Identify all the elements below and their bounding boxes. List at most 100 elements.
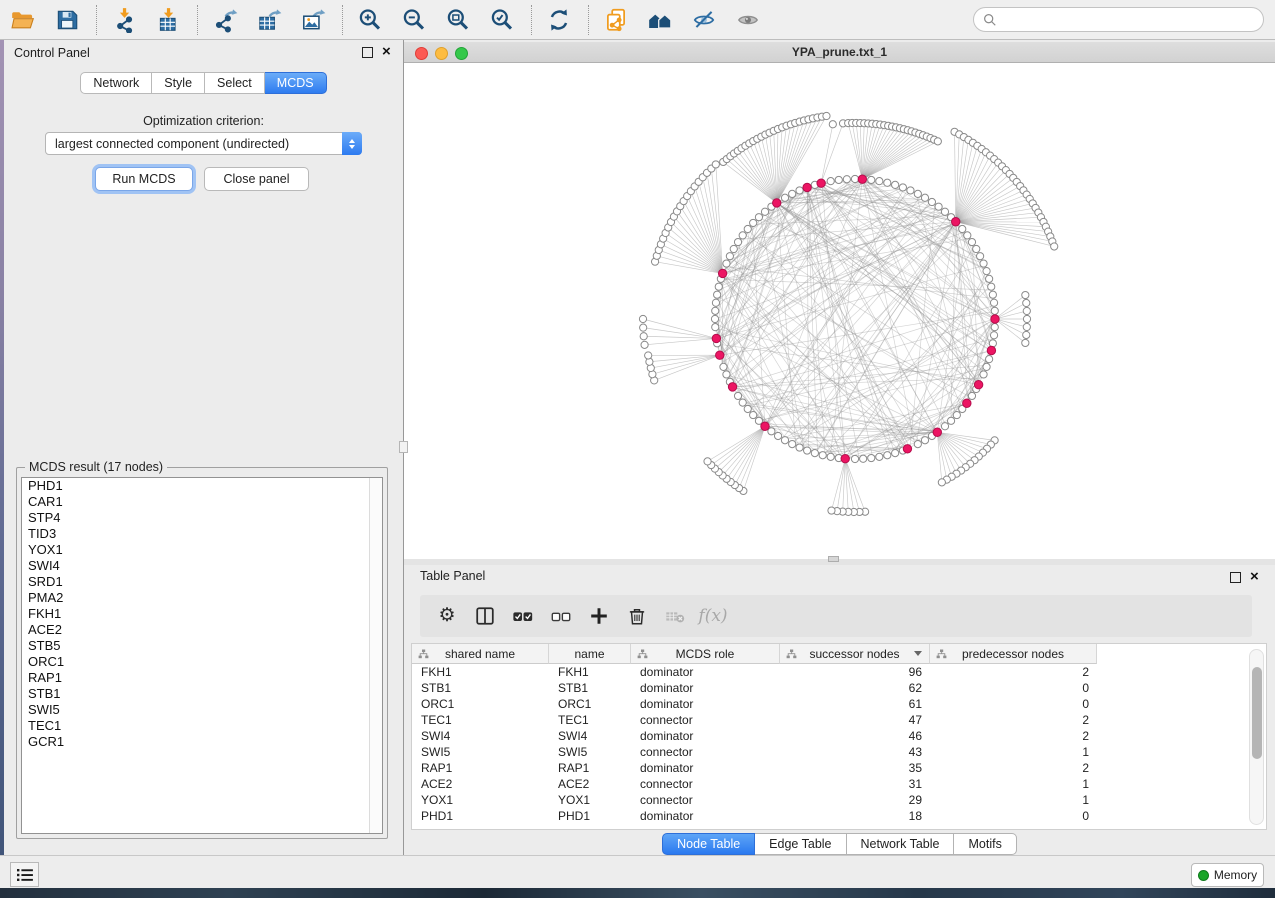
cell-successor_nodes[interactable]: 96	[780, 664, 930, 680]
cell-predecessor_nodes[interactable]: 0	[930, 680, 1097, 696]
result-list-item[interactable]: YOX1	[22, 542, 382, 558]
cell-name[interactable]: FKH1	[549, 664, 631, 680]
hide-eye-button[interactable]	[689, 5, 719, 35]
result-list-item[interactable]: CAR1	[22, 494, 382, 510]
cell-shared_name[interactable]: SWI4	[412, 728, 549, 744]
column-view-button[interactable]	[472, 603, 498, 629]
cell-shared_name[interactable]: TEC1	[412, 712, 549, 728]
select-all-checks-button[interactable]	[510, 603, 536, 629]
cell-name[interactable]: ORC1	[549, 696, 631, 712]
zoom-out-button[interactable]	[399, 5, 429, 35]
zoom-in-button[interactable]	[355, 5, 385, 35]
cell-predecessor_nodes[interactable]: 2	[930, 712, 1097, 728]
show-eye-button[interactable]	[733, 5, 763, 35]
cell-shared_name[interactable]: FKH1	[412, 664, 549, 680]
cell-predecessor_nodes[interactable]: 1	[930, 792, 1097, 808]
export-table-button[interactable]	[254, 5, 284, 35]
column-header-shared-name[interactable]: shared name	[412, 644, 549, 664]
cell-mcds_role[interactable]: dominator	[631, 760, 780, 776]
search-input[interactable]	[1003, 10, 1254, 30]
run-mcds-button[interactable]: Run MCDS	[95, 167, 193, 191]
cell-mcds_role[interactable]: connector	[631, 744, 780, 760]
result-list-item[interactable]: PHD1	[22, 478, 382, 494]
add-column-button[interactable]	[586, 603, 612, 629]
cell-mcds_role[interactable]: dominator	[631, 728, 780, 744]
cell-shared_name[interactable]: ACE2	[412, 776, 549, 792]
cell-name[interactable]: TEC1	[549, 712, 631, 728]
result-list-item[interactable]: SWI4	[22, 558, 382, 574]
export-network-button[interactable]	[210, 5, 240, 35]
result-list-item[interactable]: SWI5	[22, 702, 382, 718]
tab-motifs[interactable]: Motifs	[954, 833, 1016, 855]
table-row[interactable]: STB1STB1dominator620	[412, 680, 1244, 696]
table-scrollbar[interactable]	[1249, 649, 1264, 825]
cell-predecessor_nodes[interactable]: 1	[930, 744, 1097, 760]
cell-predecessor_nodes[interactable]: 2	[930, 664, 1097, 680]
tab-style[interactable]: Style	[152, 72, 205, 94]
table-row[interactable]: SWI4SWI4dominator462	[412, 728, 1244, 744]
save-session-button[interactable]	[52, 5, 82, 35]
result-list-item[interactable]: TID3	[22, 526, 382, 542]
table-row[interactable]: PHD1PHD1dominator180	[412, 808, 1244, 824]
result-list-item[interactable]: FKH1	[22, 606, 382, 622]
cell-mcds_role[interactable]: connector	[631, 792, 780, 808]
table-row[interactable]: YOX1YOX1connector291	[412, 792, 1244, 808]
cell-successor_nodes[interactable]: 35	[780, 760, 930, 776]
delete-column-button[interactable]	[624, 603, 650, 629]
sort-menu-chevron-icon[interactable]	[914, 651, 922, 656]
close-table-panel-icon[interactable]: ×	[1250, 568, 1259, 586]
cell-successor_nodes[interactable]: 29	[780, 792, 930, 808]
result-list-item[interactable]: TEC1	[22, 718, 382, 734]
horizontal-splitter-handle[interactable]	[828, 556, 839, 562]
search-box[interactable]	[973, 7, 1264, 32]
result-list-item[interactable]: ORC1	[22, 654, 382, 670]
cell-shared_name[interactable]: RAP1	[412, 760, 549, 776]
table-row[interactable]: TEC1TEC1connector472	[412, 712, 1244, 728]
tab-network[interactable]: Network	[80, 72, 152, 94]
cell-successor_nodes[interactable]: 61	[780, 696, 930, 712]
cell-mcds_role[interactable]: dominator	[631, 680, 780, 696]
cell-name[interactable]: ACE2	[549, 776, 631, 792]
table-row[interactable]: SWI5SWI5connector431	[412, 744, 1244, 760]
result-list-item[interactable]: ACE2	[22, 622, 382, 638]
cell-shared_name[interactable]: PHD1	[412, 808, 549, 824]
import-network-button[interactable]	[109, 5, 139, 35]
cell-successor_nodes[interactable]: 62	[780, 680, 930, 696]
result-list-item[interactable]: GCR1	[22, 734, 382, 750]
cell-successor_nodes[interactable]: 31	[780, 776, 930, 792]
cell-mcds_role[interactable]: dominator	[631, 696, 780, 712]
import-table-button[interactable]	[153, 5, 183, 35]
result-list-item[interactable]: STB1	[22, 686, 382, 702]
cell-name[interactable]: SWI4	[549, 728, 631, 744]
result-list-item[interactable]: STB5	[22, 638, 382, 654]
export-image-button[interactable]	[298, 5, 328, 35]
cell-mcds_role[interactable]: dominator	[631, 808, 780, 824]
float-table-panel-icon[interactable]	[1230, 572, 1241, 583]
cell-predecessor_nodes[interactable]: 0	[930, 808, 1097, 824]
column-header-name[interactable]: name	[549, 644, 631, 664]
cell-name[interactable]: STB1	[549, 680, 631, 696]
table-row[interactable]: RAP1RAP1dominator352	[412, 760, 1244, 776]
tab-network-table[interactable]: Network Table	[847, 833, 955, 855]
cell-predecessor_nodes[interactable]: 2	[930, 760, 1097, 776]
duplicate-network-button[interactable]	[601, 5, 631, 35]
tab-edge-table[interactable]: Edge Table	[755, 833, 846, 855]
cell-name[interactable]: RAP1	[549, 760, 631, 776]
criterion-dropdown[interactable]: largest connected component (undirected)	[45, 132, 362, 155]
cell-predecessor_nodes[interactable]: 2	[930, 728, 1097, 744]
result-list-item[interactable]: RAP1	[22, 670, 382, 686]
refresh-button[interactable]	[544, 5, 574, 35]
cell-mcds_role[interactable]: connector	[631, 712, 780, 728]
cell-predecessor_nodes[interactable]: 1	[930, 776, 1097, 792]
tab-node-table[interactable]: Node Table	[662, 833, 755, 855]
result-list-item[interactable]: SRD1	[22, 574, 382, 590]
cell-successor_nodes[interactable]: 43	[780, 744, 930, 760]
result-list-scrollbar[interactable]	[369, 478, 382, 833]
cell-mcds_role[interactable]: dominator	[631, 664, 780, 680]
open-session-button[interactable]	[8, 5, 38, 35]
close-panel-icon[interactable]: ×	[382, 43, 391, 61]
table-row[interactable]: ORC1ORC1dominator610	[412, 696, 1244, 712]
cell-successor_nodes[interactable]: 18	[780, 808, 930, 824]
table-row[interactable]: ACE2ACE2connector311	[412, 776, 1244, 792]
cell-successor_nodes[interactable]: 47	[780, 712, 930, 728]
